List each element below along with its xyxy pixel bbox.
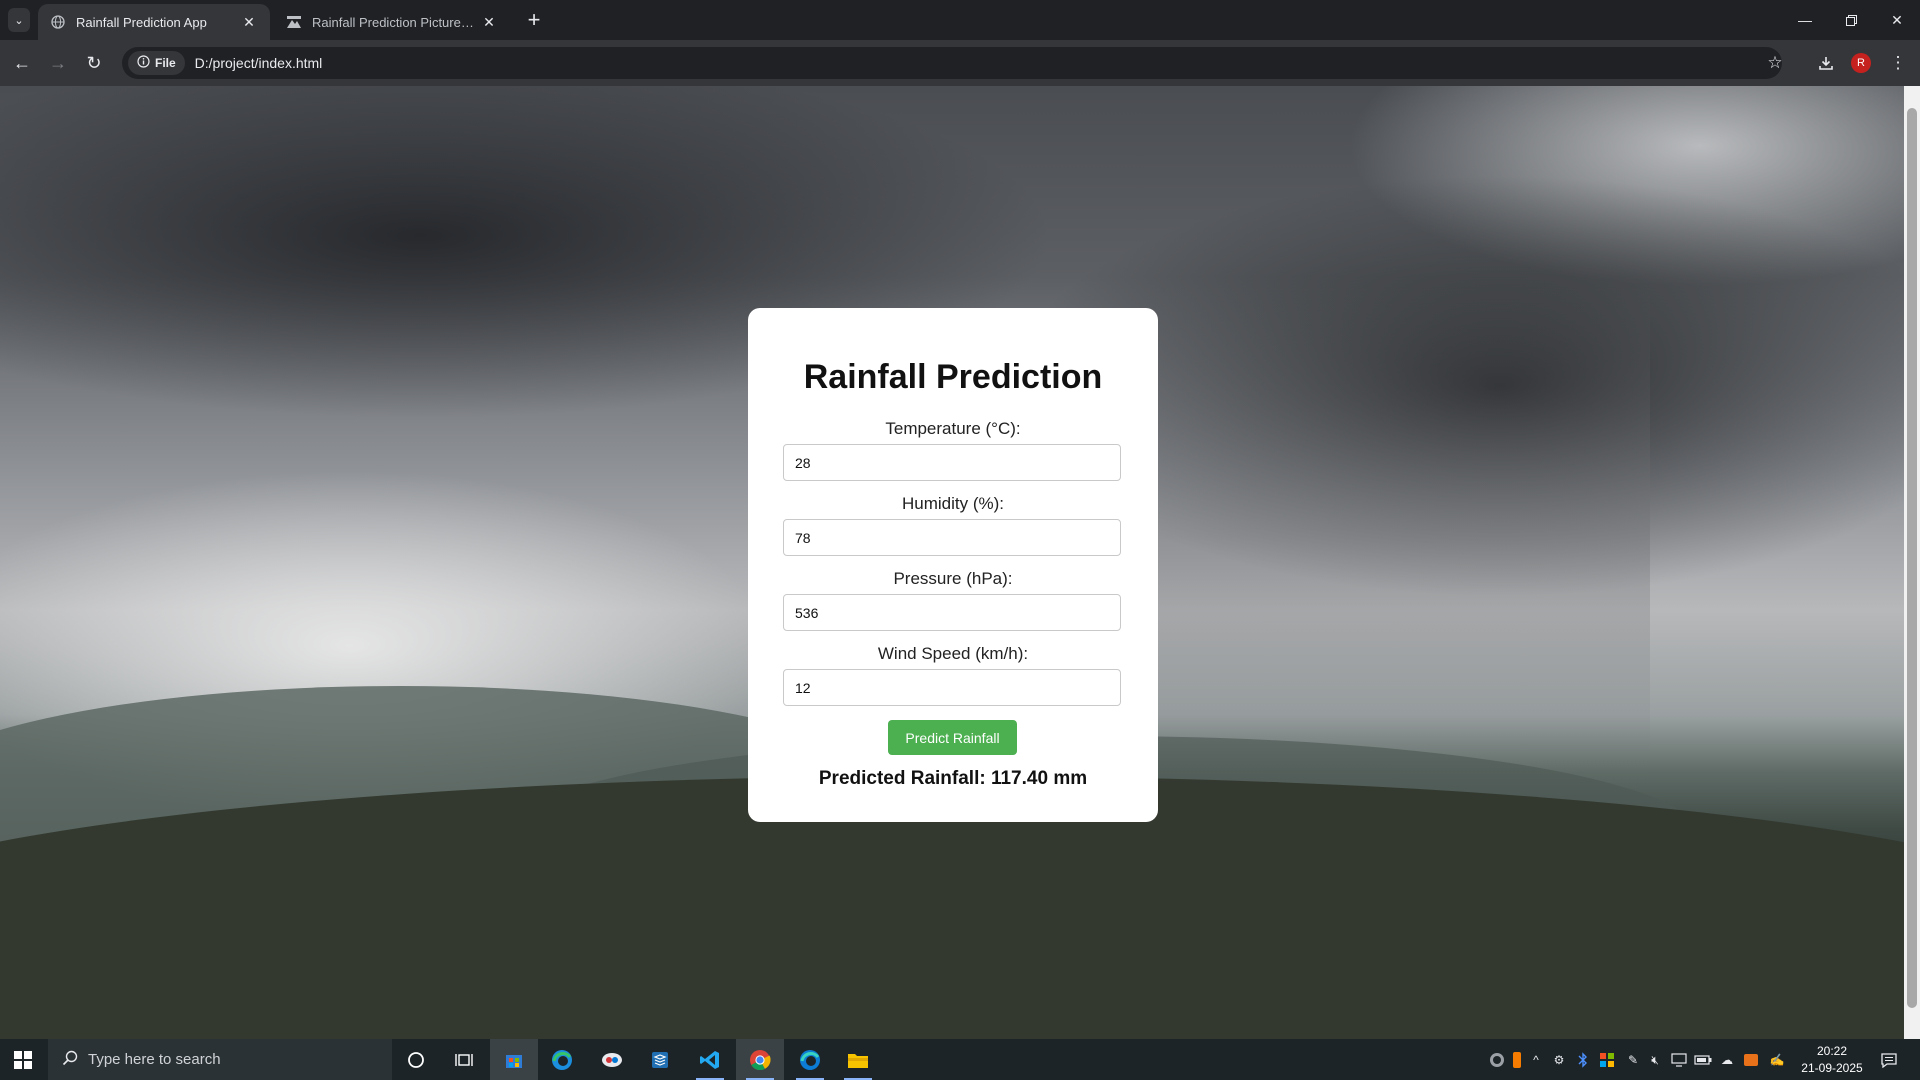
tab-rainfall-app[interactable]: Rainfall Prediction App ✕ <box>38 4 270 40</box>
snipping-tool-icon[interactable] <box>588 1039 636 1080</box>
taskbar-clock[interactable]: 20:22 21-09-2025 <box>1796 1043 1868 1077</box>
close-window-button[interactable]: ✕ <box>1874 0 1920 40</box>
search-placeholder: Type here to search <box>88 1051 221 1068</box>
stacked-app-icon[interactable] <box>636 1039 684 1080</box>
wind-speed-input[interactable] <box>783 669 1121 706</box>
chevron-down-icon: ⌄ <box>14 14 24 27</box>
prediction-card: Rainfall Prediction Temperature (°C): Hu… <box>748 308 1158 822</box>
chrome-icon[interactable] <box>736 1039 784 1080</box>
temperature-input[interactable] <box>783 444 1121 481</box>
site-favicon-icon <box>286 14 302 30</box>
chevron-up-icon[interactable]: ^ <box>1527 1051 1545 1069</box>
edge-dev-icon[interactable] <box>786 1039 834 1080</box>
scrollbar-thumb[interactable] <box>1907 108 1917 1008</box>
tray-gear-icon[interactable]: ⚙ <box>1550 1051 1568 1069</box>
bluetooth-icon[interactable] <box>1574 1051 1592 1069</box>
back-button[interactable]: ← <box>8 49 36 77</box>
start-button[interactable] <box>0 1039 46 1080</box>
pressure-input[interactable] <box>783 594 1121 631</box>
downloads-button[interactable] <box>1812 49 1840 77</box>
tab-title: Rainfall Prediction App <box>76 14 207 30</box>
tray-app-icon[interactable] <box>1488 1051 1506 1069</box>
reload-icon: ↻ <box>86 52 102 73</box>
tab-search-button[interactable]: ⌄ <box>8 8 30 32</box>
new-tab-button[interactable]: + <box>520 7 548 32</box>
close-icon[interactable]: ✕ <box>480 13 498 31</box>
file-explorer-icon[interactable] <box>834 1039 882 1080</box>
display-icon[interactable] <box>1670 1051 1688 1069</box>
store-icon[interactable] <box>490 1039 538 1080</box>
profile-avatar[interactable]: R <box>1851 53 1871 73</box>
volume-muted-icon[interactable]: 🔇︎ <box>1646 1051 1664 1069</box>
reload-button[interactable]: ↻ <box>80 49 108 77</box>
site-info-chip[interactable]: File <box>128 51 185 75</box>
chip-label: File <box>155 56 176 70</box>
pen-workspace-icon[interactable]: ✍ <box>1768 1051 1786 1069</box>
taskbar-search-box[interactable]: Type here to search <box>48 1039 392 1080</box>
menu-button[interactable]: ⋮ <box>1884 49 1912 77</box>
bookmark-button[interactable]: ☆ <box>1761 49 1789 77</box>
forward-button[interactable]: → <box>44 49 72 77</box>
clock-time: 20:22 <box>1816 1044 1848 1058</box>
clock-date: 21-09-2025 <box>1801 1061 1863 1075</box>
info-icon <box>137 55 150 71</box>
arrow-left-icon: ← <box>13 52 31 73</box>
windows-taskbar: Type here to search ^ ⚙ ✎ 🔇︎ ☁ ✍ 20:22 2… <box>0 1039 1920 1080</box>
cloud-off-icon[interactable]: ☁ <box>1718 1051 1736 1069</box>
download-icon <box>1819 57 1833 70</box>
tray-windows-icon[interactable] <box>1598 1051 1616 1069</box>
tray-warning-icon[interactable] <box>1508 1051 1526 1069</box>
minimize-button[interactable]: — <box>1782 0 1828 40</box>
tray-orange-app-icon[interactable] <box>1742 1051 1760 1069</box>
edge-icon[interactable] <box>538 1039 586 1080</box>
address-bar[interactable]: File D:/project/index.html <box>122 47 1782 79</box>
star-icon: ☆ <box>1767 53 1783 72</box>
notification-icon[interactable] <box>1880 1051 1898 1069</box>
restore-button[interactable] <box>1828 0 1874 40</box>
windows-logo-icon <box>14 1050 32 1069</box>
close-icon[interactable]: ✕ <box>240 13 258 31</box>
browser-tabstrip: ⌄ Rainfall Prediction App ✕ Rainfall Pre… <box>0 0 1920 40</box>
tab-rainfall-pictures[interactable]: Rainfall Prediction Pictures | Do ✕ <box>274 4 510 40</box>
humidity-input[interactable] <box>783 519 1121 556</box>
browser-toolbar: ← → ↻ File D:/project/index.html ☆ ⋮ <box>0 40 1920 86</box>
vscode-icon[interactable] <box>686 1039 734 1080</box>
humidity-label: Humidity (%): <box>901 494 1004 513</box>
restore-icon <box>1845 14 1857 26</box>
page-viewport: Rainfall Prediction Temperature (°C): Hu… <box>0 86 1904 1039</box>
temperature-label: Temperature (°C): <box>885 419 1021 438</box>
url-text[interactable]: D:/project/index.html <box>195 55 323 71</box>
wind-speed-label: Wind Speed (km/h): <box>877 644 1029 663</box>
pressure-label: Pressure (hPa): <box>893 569 1013 588</box>
battery-icon[interactable] <box>1694 1051 1712 1069</box>
pen-icon[interactable]: ✎ <box>1624 1051 1642 1069</box>
globe-icon <box>50 14 66 30</box>
more-vert-icon: ⋮ <box>1889 53 1907 72</box>
prediction-result: Predicted Rainfall: 117.40 mm <box>818 768 1088 789</box>
predict-rainfall-button[interactable]: Predict Rainfall <box>888 720 1017 755</box>
search-icon <box>62 1050 78 1070</box>
arrow-right-icon: → <box>49 52 67 73</box>
cortana-icon[interactable] <box>392 1039 440 1080</box>
task-view-icon[interactable] <box>440 1039 488 1080</box>
page-title: Rainfall Prediction <box>803 358 1103 396</box>
tab-title: Rainfall Prediction Pictures | Do <box>312 14 474 30</box>
